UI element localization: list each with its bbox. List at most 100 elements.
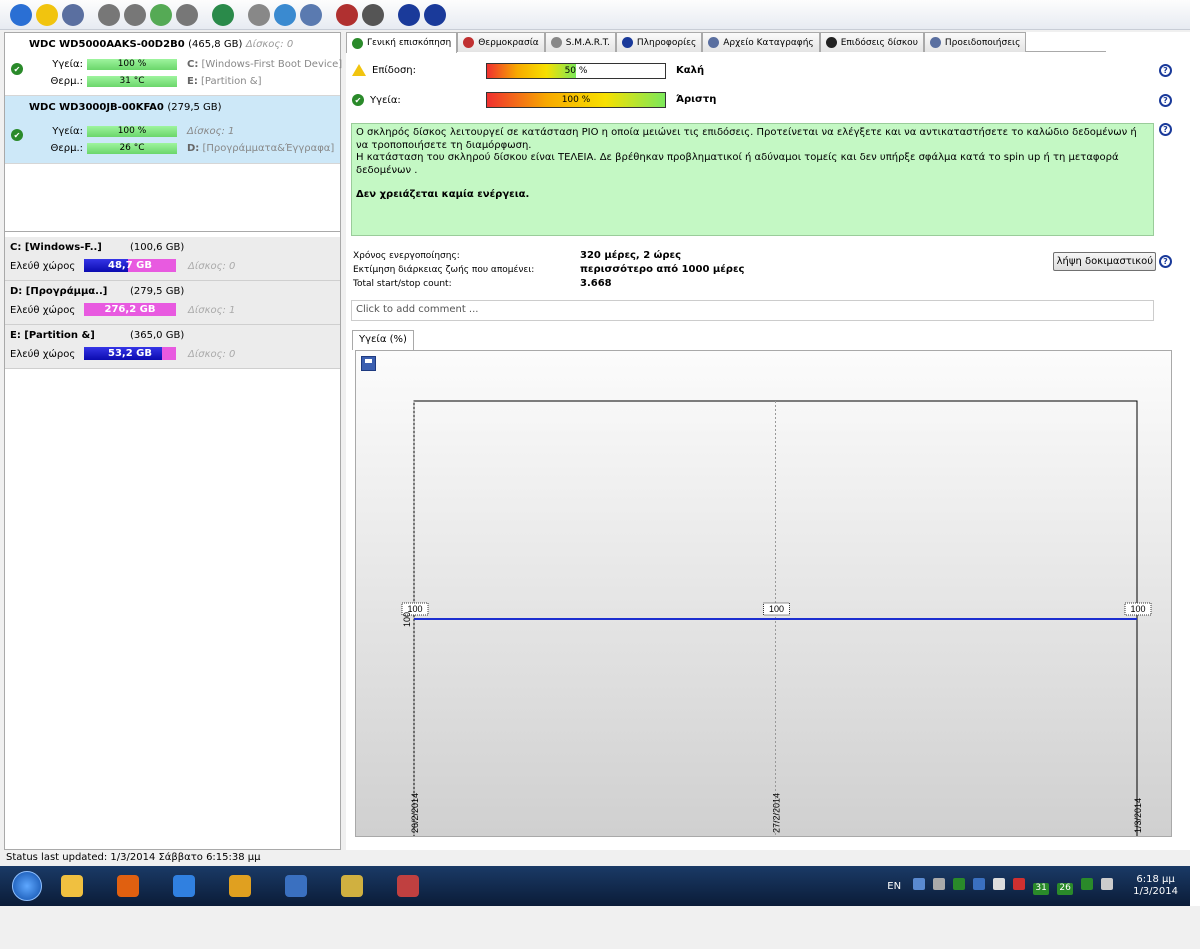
- tab-3[interactable]: Πληροφορίες: [615, 32, 703, 52]
- temp-bar: 26 °C: [87, 143, 177, 154]
- clock[interactable]: 6:18 μμ 1/3/2014: [1133, 874, 1178, 898]
- display-icon[interactable]: [933, 877, 946, 890]
- x-tick-label: 27/2/2014: [772, 793, 782, 833]
- disk-item-1[interactable]: WDC WD3000JB-00KFA0 (279,5 GB) ✔ Υγεία: …: [5, 96, 340, 164]
- help-icon[interactable]: ?: [1159, 123, 1172, 136]
- help-icon[interactable]: [398, 3, 420, 26]
- temp-26-icon[interactable]: 26: [1057, 882, 1074, 895]
- temp-bar: 31 °C: [87, 76, 177, 87]
- volume-item-d[interactable]: D: [Προγράμμα..] (279,5 GB) Ελεύθ χώρος …: [5, 281, 340, 325]
- volume-icon[interactable]: [1013, 877, 1026, 890]
- tab-0[interactable]: Γενική επισκόπηση: [346, 32, 458, 53]
- network-icon[interactable]: [300, 3, 322, 26]
- clock-time: 6:18 μμ: [1136, 874, 1175, 885]
- taskbar-apps: [54, 871, 446, 901]
- volume-size: (279,5 GB): [130, 286, 185, 297]
- status-ok-icon: ✔: [11, 63, 23, 75]
- disk-icon[interactable]: [98, 3, 120, 26]
- tab-label: Γενική επισκόπηση: [367, 38, 452, 48]
- life-value: περισσότερο από 1000 μέρες: [580, 264, 745, 275]
- tab-label: Θερμοκρασία: [478, 37, 539, 48]
- hdsentinel-icon[interactable]: [390, 871, 426, 901]
- disk-item-0[interactable]: WDC WD5000AAKS-00D2B0 (465,8 GB) Δίσκος:…: [5, 33, 342, 96]
- chrome-icon[interactable]: [222, 871, 258, 901]
- disk-index: Δίσκος: 1: [187, 126, 235, 137]
- life-label: Εκτίμηση διάρκειας ζωής που απομένει:: [353, 265, 535, 275]
- gpu-icon[interactable]: [1081, 877, 1094, 890]
- start-button[interactable]: [12, 871, 42, 901]
- thermometer-icon: [463, 37, 475, 48]
- health-meter: 100 %: [486, 92, 666, 108]
- speaker-icon[interactable]: [1101, 877, 1114, 890]
- warning-icon[interactable]: [36, 3, 58, 26]
- help-icon[interactable]: ?: [1159, 255, 1172, 268]
- volume-item-e[interactable]: E: [Partition &] (365,0 GB) Ελεύθ χώρος …: [5, 325, 340, 369]
- power-on-value: 320 μέρες, 2 ώρες: [580, 250, 681, 261]
- comment-input[interactable]: Click to add comment ...: [351, 300, 1154, 321]
- performance-meter: 50 %: [486, 63, 666, 79]
- free-space-bar: 276,2 GB: [84, 303, 176, 316]
- taskbar: EN 31 26 6:18 μμ 1/3/2014: [0, 866, 1190, 906]
- vpn-icon[interactable]: [973, 877, 986, 890]
- sync-icon[interactable]: [274, 3, 296, 26]
- tab-1[interactable]: Θερμοκρασία: [457, 32, 545, 52]
- temp-label: Θερμ.:: [50, 76, 83, 87]
- media-player-icon[interactable]: [110, 871, 146, 901]
- flag-icon[interactable]: [993, 877, 1006, 890]
- tab-6[interactable]: Προειδοποιήσεις: [923, 32, 1027, 52]
- health-row: ✔ Υγεία:: [352, 94, 401, 106]
- window-icon[interactable]: [62, 3, 84, 26]
- health-label: Υγεία:: [52, 126, 83, 137]
- power-on-label: Χρόνος ενεργοποίησης:: [353, 251, 460, 261]
- check-icon: [352, 37, 363, 49]
- folder-icon[interactable]: [54, 871, 90, 901]
- volume-item-c[interactable]: C: [Windows-F..] (100,6 GB) Ελεύθ χώρος …: [5, 237, 340, 281]
- chart-icon[interactable]: [336, 3, 358, 26]
- tab-bar: Γενική επισκόπηση Θερμοκρασία S.M.A.R.T. Πλ…: [346, 32, 1106, 53]
- settings-icon[interactable]: [362, 3, 384, 26]
- globe-icon[interactable]: [212, 3, 234, 26]
- disk-list-panel: WDC WD5000AAKS-00D2B0 (465,8 GB) Δίσκος:…: [4, 32, 342, 850]
- tab-5[interactable]: Επιδόσεις δίσκου: [819, 32, 924, 52]
- volume-name: C: [Windows-F..]: [10, 242, 102, 253]
- temp-label: Θερμ.:: [50, 143, 83, 154]
- refresh-icon[interactable]: [10, 3, 32, 26]
- disk-title: WDC WD3000JB-00KFA0 (279,5 GB): [29, 102, 222, 113]
- disk-icon[interactable]: [124, 3, 146, 26]
- disk-icon[interactable]: [150, 3, 172, 26]
- tab-health-chart[interactable]: Υγεία (%): [352, 330, 414, 350]
- network-icon[interactable]: [913, 877, 926, 890]
- tray-icons: 31 26: [913, 877, 1121, 895]
- tab-label: Επιδόσεις δίσκου: [840, 37, 918, 48]
- health-label: Υγεία:: [52, 59, 83, 70]
- help-icon[interactable]: ?: [1159, 64, 1172, 77]
- internet-explorer-icon[interactable]: [166, 871, 202, 901]
- volume-disk: Δίσκος: 0: [188, 349, 236, 360]
- help-icon[interactable]: ?: [1159, 94, 1172, 107]
- free-space-label: Ελεύθ χώρος: [10, 349, 76, 360]
- league-icon[interactable]: [334, 871, 370, 901]
- partition-d: D: [Προγράμματα&Έγγραφα]: [187, 143, 335, 154]
- message-line-1: Ο σκληρός δίσκος λειτουργεί σε κατάσταση…: [356, 127, 1137, 151]
- performance-rating: Καλή: [676, 65, 705, 76]
- point-label: 100: [769, 604, 784, 614]
- health-label: Υγεία:: [370, 94, 401, 106]
- performance-row: Επίδοση:: [352, 64, 416, 76]
- action-text: Δεν χρειάζεται καμία ενέργεια.: [356, 189, 530, 200]
- free-space-label: Ελεύθ χώρος: [10, 305, 76, 316]
- tab-label: S.M.A.R.T.: [565, 37, 610, 48]
- check-icon[interactable]: [953, 877, 966, 890]
- control-panel-icon[interactable]: [278, 871, 314, 901]
- health-chart: 26/2/2014 27/2/2014 1/3/2014 100 100 100 100: [355, 350, 1172, 837]
- temp-31-icon[interactable]: 31: [1033, 882, 1050, 895]
- language-indicator[interactable]: EN: [887, 881, 901, 892]
- disk-title: WDC WD5000AAKS-00D2B0 (465,8 GB) Δίσκος:…: [29, 39, 294, 50]
- tab-2[interactable]: S.M.A.R.T.: [544, 32, 616, 52]
- tab-label: Πληροφορίες: [636, 37, 697, 48]
- info-icon[interactable]: [424, 3, 446, 26]
- volume-disk: Δίσκος: 0: [188, 261, 236, 272]
- disk-icon[interactable]: [176, 3, 198, 26]
- document-icon[interactable]: [248, 3, 270, 26]
- self-test-button[interactable]: λήψη δοκιμαστικού: [1053, 252, 1156, 271]
- tab-4[interactable]: Αρχείο Καταγραφής: [702, 32, 820, 52]
